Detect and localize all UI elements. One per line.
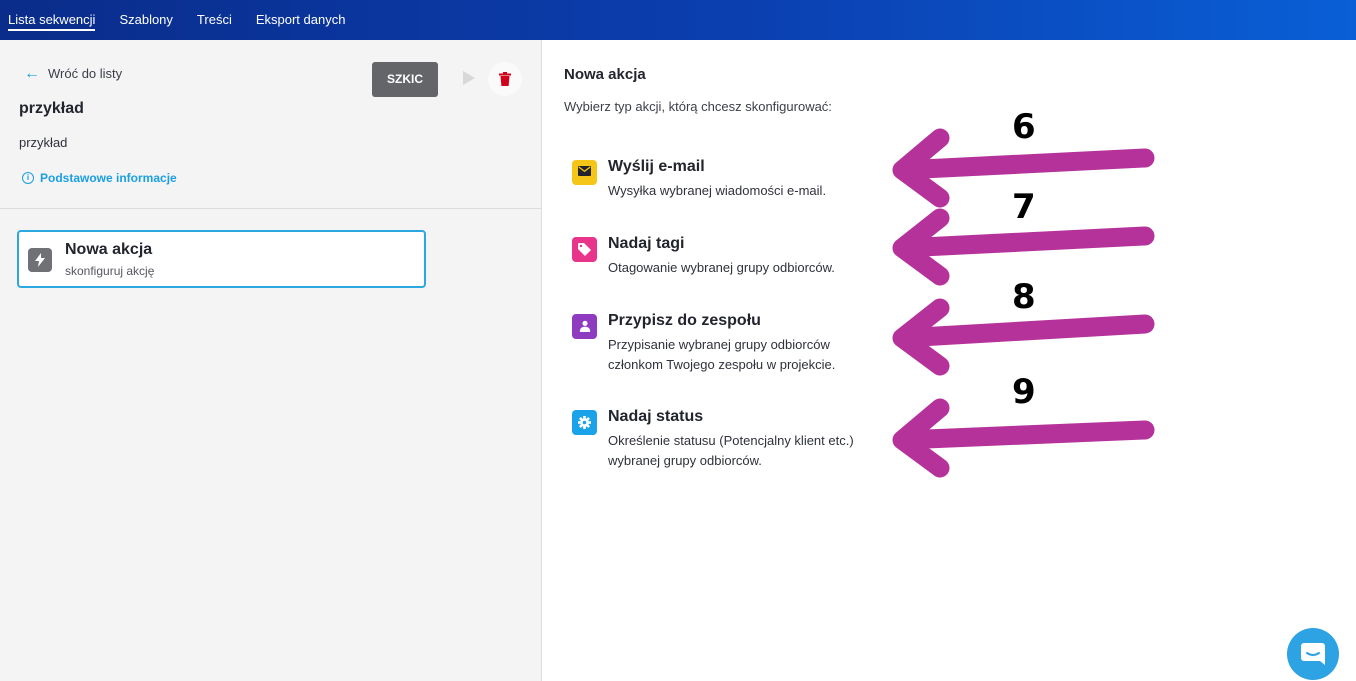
sequence-sidebar: ← Wróć do listy przykład przykład i Pods…: [0, 40, 542, 681]
chat-launcher-button[interactable]: [1287, 628, 1339, 680]
play-button[interactable]: [456, 64, 482, 94]
option-title: Wyślij e-mail: [608, 158, 705, 175]
action-card-subtitle: skonfiguruj akcję: [65, 264, 155, 278]
option-assign-team[interactable]: Przypisz do zespołu Przypisanie wybranej…: [572, 312, 912, 376]
option-description: Określenie statusu (Potencjalny klient e…: [608, 433, 854, 468]
trash-icon: [499, 72, 511, 86]
new-action-card[interactable]: Nowa akcja skonfiguruj akcję: [17, 230, 426, 288]
option-send-email[interactable]: Wyślij e-mail Wysyłka wybranej wiadomośc…: [572, 158, 912, 202]
sequence-description: przykład: [19, 135, 68, 150]
basic-info-link[interactable]: i Podstawowe informacje: [22, 171, 177, 185]
info-icon: i: [22, 172, 34, 184]
chat-icon: [1301, 643, 1325, 665]
tab-eksport-danych[interactable]: Eksport danych: [256, 0, 346, 40]
action-card-title: Nowa akcja: [65, 241, 153, 258]
tab-lista-sekwencji[interactable]: Lista sekwencji: [8, 0, 96, 40]
person-icon: [572, 314, 597, 339]
action-type-panel: Nowa akcja Wybierz typ akcji, którą chce…: [543, 40, 1356, 681]
option-assign-status[interactable]: Nadaj status Określenie statusu (Potencj…: [572, 408, 912, 472]
lightning-icon: [28, 248, 52, 272]
gear-icon: [572, 410, 597, 435]
annotation-number-6: 6: [1012, 107, 1036, 147]
top-navigation: Lista sekwencji Szablony Treści Eksport …: [0, 0, 1356, 40]
arrow-left-icon: ←: [24, 65, 40, 82]
draft-status-button[interactable]: SZKIC: [372, 62, 438, 97]
option-title: Nadaj status: [608, 408, 704, 425]
basic-info-label: Podstawowe informacje: [40, 171, 177, 185]
annotation-number-8: 8: [1012, 277, 1036, 317]
annotation-number-9: 9: [1012, 372, 1036, 412]
envelope-icon: [572, 160, 597, 185]
panel-subtitle: Wybierz typ akcji, którą chcesz skonfigu…: [564, 99, 832, 114]
option-description: Otagowanie wybranej grupy odbiorców.: [608, 260, 835, 275]
option-title: Nadaj tagi: [608, 235, 685, 252]
annotation-number-7: 7: [1012, 187, 1036, 227]
play-icon: [463, 71, 475, 85]
delete-button[interactable]: [488, 62, 522, 96]
panel-title: Nowa akcja: [564, 66, 646, 83]
back-to-list-link[interactable]: ← Wróć do listy: [24, 65, 123, 82]
divider: [0, 208, 542, 209]
tab-tresci[interactable]: Treści: [197, 0, 232, 40]
option-title: Przypisz do zespołu: [608, 312, 761, 329]
tag-icon: [572, 237, 597, 262]
tab-szablony[interactable]: Szablony: [119, 0, 172, 40]
back-label: Wróć do listy: [48, 66, 123, 81]
sequence-title: przykład: [19, 100, 84, 117]
option-assign-tags[interactable]: Nadaj tagi Otagowanie wybranej grupy odb…: [572, 235, 912, 279]
option-description: Przypisanie wybranej grupy odbiorców czł…: [608, 337, 836, 372]
option-description: Wysyłka wybranej wiadomości e-mail.: [608, 183, 827, 198]
